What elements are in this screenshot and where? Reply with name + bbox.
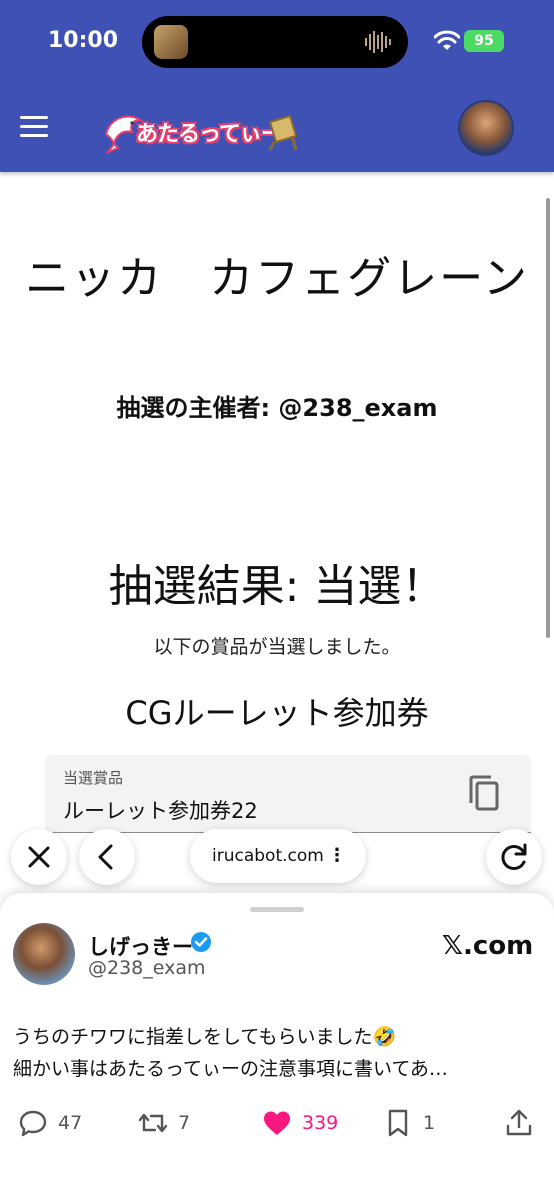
prize-title: CGルーレット参加券 [125,694,429,732]
reload-button[interactable] [486,829,542,885]
more-options-icon[interactable]: ⋮ [328,829,346,883]
reply-button[interactable]: 47 [18,1105,82,1141]
close-button[interactable] [11,829,67,885]
result-description: 以下の賞品が当選しました。 [153,636,401,658]
reply-count: 47 [58,1112,83,1134]
url-bar[interactable]: irucabot.com ⋮ [190,829,366,883]
like-count: 339 [302,1112,339,1134]
lottery-drum-icon [268,114,298,151]
prize-field[interactable]: 当選賞品 ルーレット参加券22 [45,755,531,833]
app-header: 10:00 95 あたるってぃー [0,0,554,172]
lottery-result-heading: 抽選結果: 当選！ [108,561,446,612]
chevron-left-icon [98,844,113,870]
tweet-text[interactable]: うちのチワワに指差しをしてもらいました🤣 細かい事はあたるってぃーの注意事項に書… [13,1021,533,1085]
wifi-icon [434,30,460,50]
now-playing-thumbnail [154,25,188,59]
share-button[interactable] [504,1105,534,1141]
status-time: 10:00 [48,28,119,53]
dynamic-island[interactable] [142,16,408,68]
prize-field-label: 当選賞品 [63,769,124,787]
retweet-count: 7 [178,1112,191,1134]
tweet-actions: 47 7 339 1 [0,1105,554,1145]
reload-icon [501,843,527,870]
heart-icon [264,1111,290,1135]
brand-name: あたるってぃー [136,122,283,147]
user-avatar[interactable] [458,100,514,156]
retweet-button[interactable]: 7 [138,1105,190,1141]
tweet-text-line: うちのチワワに指差しをしてもらいました🤣 [13,1026,397,1048]
prize-field-value: ルーレット参加券22 [63,799,258,823]
page-title: ニッカ カフェグレーン [25,253,529,304]
bookmark-icon [388,1109,408,1137]
organizer-text: 抽選の主催者: @238_exam [116,394,438,422]
url-text: irucabot.com [212,846,324,866]
audio-wave-icon [365,31,391,53]
tweet-text-line: 細かい事はあたるってぃーの注意事項に書いてあ… [13,1058,448,1080]
share-icon [506,1109,532,1136]
brand-logo[interactable]: あたるってぃー [102,104,302,156]
verified-badge-icon [191,932,211,952]
hamburger-menu-icon[interactable] [20,116,48,140]
sheet-grabber[interactable] [250,907,304,912]
battery-indicator: 95 [464,30,504,52]
like-button[interactable]: 339 [262,1105,338,1141]
bookmark-button[interactable]: 1 [383,1105,435,1141]
tweet-author-avatar[interactable] [13,923,75,985]
retweet-icon [138,1113,168,1133]
close-icon [28,846,50,868]
tweet-author-handle[interactable]: @238_exam [88,957,206,979]
back-button[interactable] [79,829,135,885]
tweet-sheet[interactable]: しげっきー @238_exam 𝕏.com うちのチワワに指差しをしてもらいまし… [0,893,554,1200]
copy-icon[interactable] [467,775,501,813]
x-logo[interactable]: 𝕏.com [442,931,533,961]
reply-icon [19,1110,47,1137]
bookmark-count: 1 [423,1112,436,1134]
